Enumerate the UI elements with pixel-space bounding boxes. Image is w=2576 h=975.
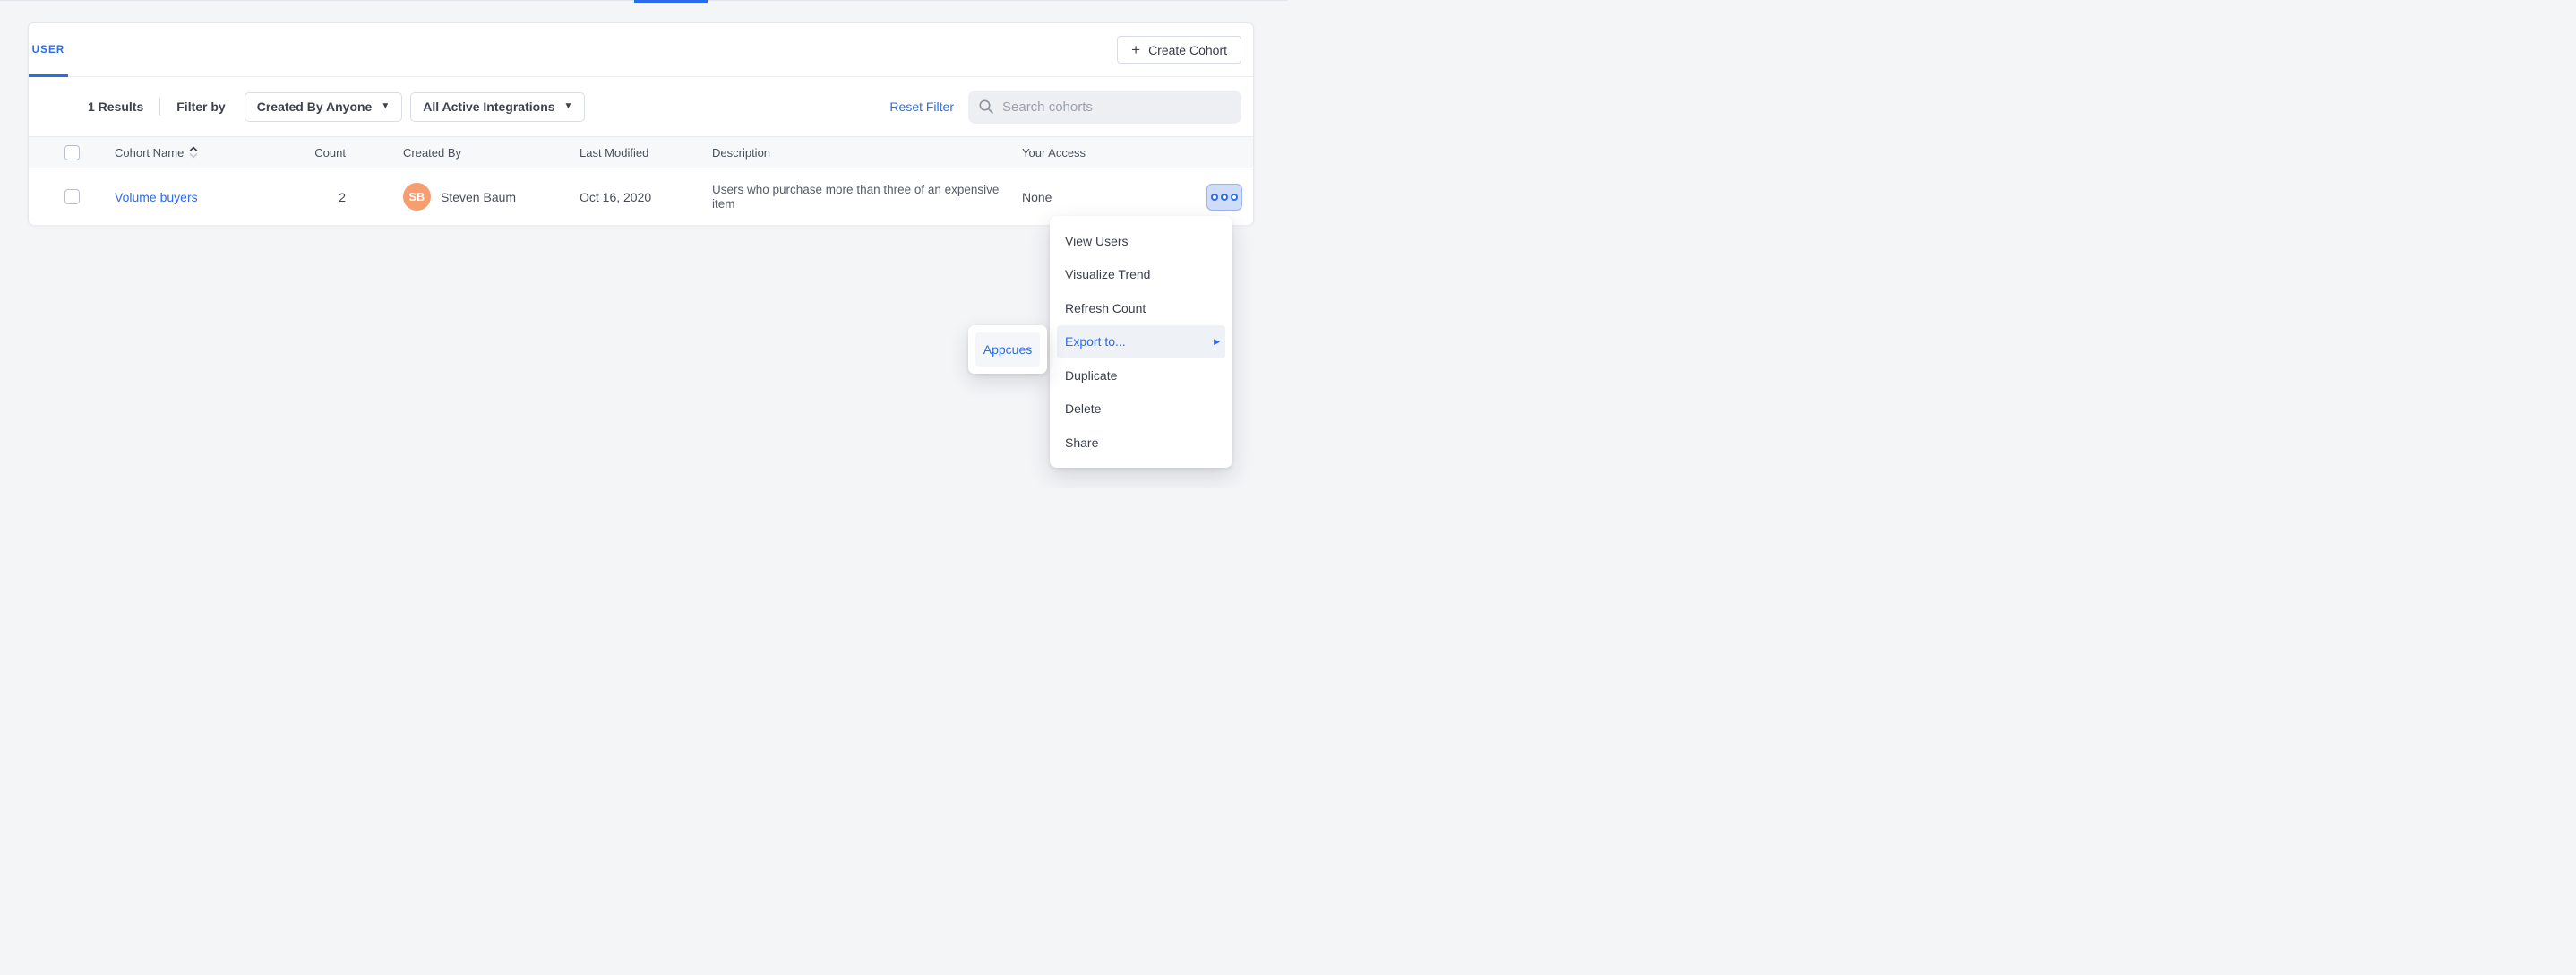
created-by-cell: SB Steven Baum (403, 183, 580, 211)
cohorts-panel: USER + Create Cohort 1 Results Filter by… (28, 22, 1254, 225)
header-your-access: Your Access (1022, 146, 1121, 160)
menu-item-duplicate[interactable]: Duplicate (1050, 358, 1232, 393)
search-cohorts-box[interactable] (968, 91, 1241, 124)
create-cohort-label: Create Cohort (1148, 43, 1227, 57)
create-cohort-button[interactable]: + Create Cohort (1117, 36, 1241, 64)
dot-icon (1231, 194, 1238, 201)
filter-by-label: Filter by (176, 99, 225, 114)
tab-user[interactable]: USER (29, 23, 68, 76)
header-count: Count (303, 146, 403, 160)
row-actions-cell (1121, 184, 1242, 211)
created-by-name: Steven Baum (441, 190, 516, 204)
search-icon (979, 99, 993, 114)
plus-icon: + (1131, 42, 1140, 57)
menu-item-view-users[interactable]: View Users (1050, 224, 1232, 258)
export-submenu: Appcues (968, 325, 1047, 374)
menu-item-refresh-count[interactable]: Refresh Count (1050, 291, 1232, 325)
select-all-checkbox[interactable] (64, 145, 80, 160)
cohort-name-link[interactable]: Volume buyers (115, 190, 198, 204)
row-actions-button[interactable] (1206, 184, 1242, 211)
sort-icon[interactable] (189, 146, 198, 159)
cohorts-page: USER + Create Cohort 1 Results Filter by… (0, 0, 1288, 488)
chevron-down-icon: ▼ (564, 102, 573, 111)
topnav-active-tab-indicator[interactable] (634, 0, 708, 3)
header-last-modified: Last Modified (580, 146, 712, 160)
search-cohorts-input[interactable] (1002, 99, 1231, 115)
filter-bar: 1 Results Filter by Created By Anyone ▼ … (29, 77, 1253, 136)
menu-item-visualize-trend[interactable]: Visualize Trend (1050, 258, 1232, 292)
your-access-cell: None (1022, 190, 1121, 204)
submenu-arrow-icon: ▶ (1214, 337, 1220, 347)
menu-item-export-to-label: Export to... (1065, 334, 1126, 349)
cohort-name-cell: Volume buyers (115, 190, 303, 204)
row-actions-menu: View Users Visualize Trend Refresh Count… (1050, 216, 1232, 468)
dot-icon (1221, 194, 1228, 201)
header-checkbox-cell (64, 145, 115, 160)
integrations-filter-value: All Active Integrations (423, 99, 554, 114)
avatar: SB (403, 183, 431, 211)
header-cohort-name[interactable]: Cohort Name (115, 146, 303, 160)
tab-user-label: USER (32, 45, 65, 56)
description-cell: Users who purchase more than three of an… (712, 183, 1022, 211)
last-modified-cell: Oct 16, 2020 (580, 190, 712, 204)
integrations-filter-dropdown[interactable]: All Active Integrations ▼ (410, 92, 585, 122)
dot-icon (1211, 194, 1218, 201)
tab-active-underline (29, 74, 68, 77)
reset-filter-link[interactable]: Reset Filter (889, 99, 954, 114)
panel-tab-bar: USER + Create Cohort (29, 23, 1253, 77)
results-count: 1 Results (88, 99, 143, 114)
created-by-filter-dropdown[interactable]: Created By Anyone ▼ (245, 92, 403, 122)
export-submenu-item-appcues[interactable]: Appcues (975, 332, 1040, 367)
count-cell: 2 (303, 190, 403, 204)
header-description: Description (712, 146, 1022, 160)
chevron-down-icon: ▼ (381, 102, 390, 111)
menu-item-export-to[interactable]: Export to... ▶ (1057, 325, 1225, 359)
menu-item-share[interactable]: Share (1050, 426, 1232, 460)
header-created-by: Created By (403, 146, 580, 160)
row-checkbox-cell (64, 189, 115, 204)
menu-item-delete[interactable]: Delete (1050, 393, 1232, 427)
divider (159, 98, 160, 116)
table-header-row: Cohort Name Count Created By Last Modifi… (29, 136, 1253, 168)
created-by-filter-value: Created By Anyone (257, 99, 373, 114)
row-checkbox[interactable] (64, 189, 80, 204)
